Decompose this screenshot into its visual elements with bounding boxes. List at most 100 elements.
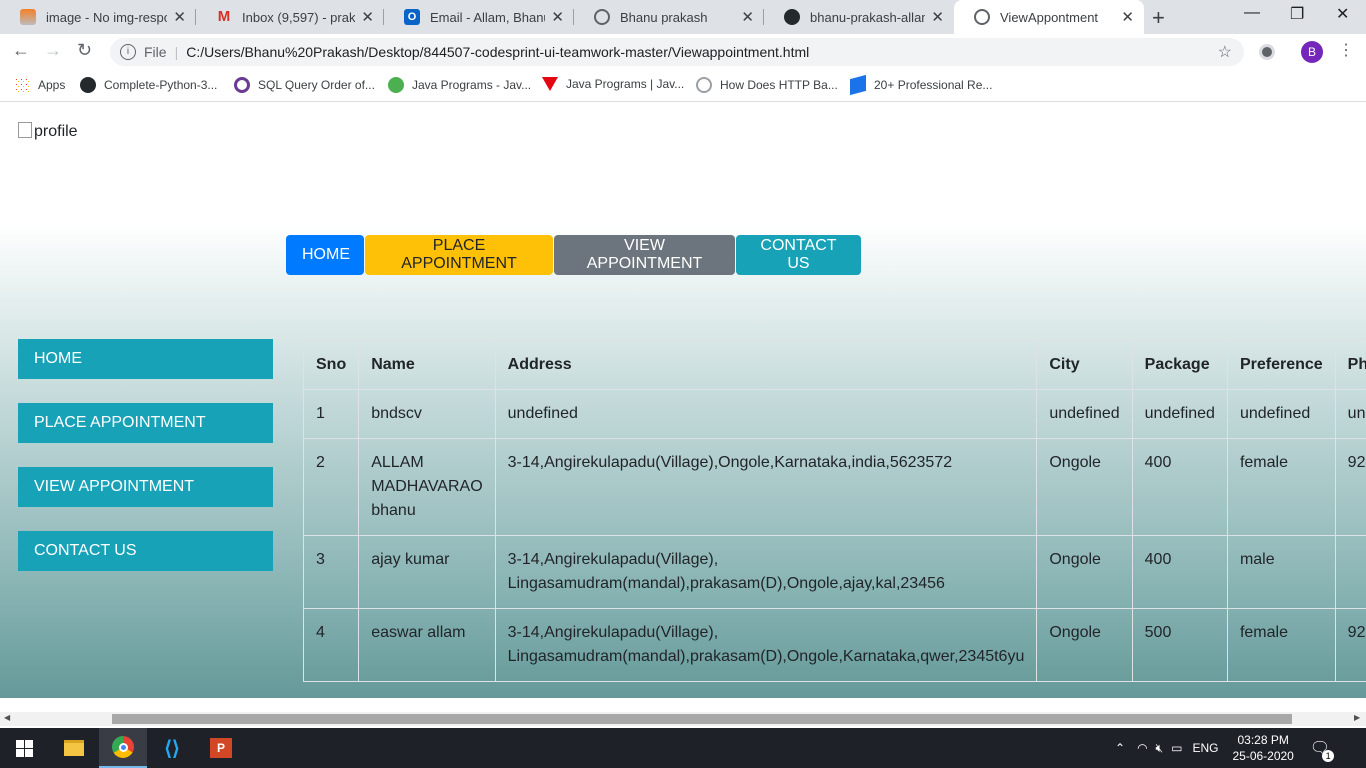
browser-tab-2[interactable]: M Inbox (9,597) - prakashl ✕	[196, 0, 384, 34]
bookmark-label: Apps	[38, 78, 66, 92]
url-text[interactable]: C:/Users/Bhanu%20Prakash/Desktop/844507-…	[186, 44, 809, 60]
cell-city: Ongole	[1036, 438, 1133, 536]
table-row: 2 ALLAM MADHAVARAO bhanu 3-14,Angirekula…	[302, 438, 1366, 536]
battery-icon[interactable]: ▭	[1171, 741, 1182, 755]
cell-address: undefined	[494, 389, 1038, 439]
column-header-package: Package	[1131, 339, 1228, 390]
bookmark-python[interactable]: Complete-Python-3...	[80, 77, 217, 93]
tab-label: ViewAppontment	[1000, 9, 1099, 25]
cell-name: easwar allam	[358, 608, 496, 682]
browser-tab-1[interactable]: image - No img-respon ✕	[0, 0, 196, 34]
close-window-icon[interactable]: ✕	[1336, 4, 1349, 24]
cell-phone: 9246	[1334, 438, 1366, 536]
sidebar-contact-us-link[interactable]: CONTACT US	[18, 531, 273, 571]
close-icon[interactable]: ✕	[361, 8, 374, 26]
scrollbar-thumb[interactable]	[112, 714, 1292, 724]
browser-tab-active[interactable]: ViewAppontment ✕	[954, 0, 1144, 34]
cell-address: 3-14,Angirekulapadu(Village),Ongole,Karn…	[494, 438, 1038, 536]
browser-tab-4[interactable]: Bhanu prakash ✕	[574, 0, 764, 34]
forward-icon[interactable]: →	[44, 40, 62, 61]
cell-name: bndscv	[358, 389, 496, 439]
http-site-icon	[696, 77, 712, 93]
vscode-icon[interactable]: ⟨⟩	[148, 728, 196, 768]
close-icon[interactable]: ✕	[551, 8, 564, 26]
bookmark-label: Java Programs - Jav...	[412, 78, 532, 92]
close-icon[interactable]: ✕	[173, 8, 186, 26]
close-icon[interactable]: ✕	[931, 8, 944, 26]
chrome-icon[interactable]	[99, 728, 147, 768]
nav-home-button[interactable]: HOME	[286, 235, 364, 275]
nav-place-appointment-button[interactable]: PLACE APPOINTMENT	[365, 235, 553, 275]
cell-preference: undefined	[1226, 389, 1336, 439]
top-navigation: HOME PLACE APPOINTMENT VIEW APPOINTMENT …	[286, 235, 862, 275]
clock[interactable]: 03:28 PM 25-06-2020	[1232, 732, 1293, 764]
column-header-sno: Sno	[302, 339, 360, 390]
bookmark-label: 20+ Professional Re...	[874, 78, 993, 92]
bookmark-sql[interactable]: SQL Query Order of...	[234, 77, 375, 93]
bookmark-java-2[interactable]: Java Programs | Jav...	[542, 77, 684, 91]
minimize-icon[interactable]: —	[1244, 4, 1260, 22]
reload-icon[interactable]: ↻	[77, 40, 92, 61]
sidebar-home-link[interactable]: HOME	[18, 339, 273, 379]
address-bar[interactable]: i File | C:/Users/Bhanu%20Prakash/Deskto…	[110, 38, 1244, 66]
cell-phone: 922	[1334, 608, 1366, 682]
file-explorer-icon[interactable]	[50, 728, 98, 768]
language-indicator[interactable]: ENG	[1192, 741, 1218, 755]
notification-count-badge: 1	[1322, 750, 1335, 762]
broken-image-icon	[18, 122, 32, 138]
sidebar-place-appointment-link[interactable]: PLACE APPOINTMENT	[18, 403, 273, 443]
windows-taskbar: ⟨⟩ P ⌃ ◠ 🔇︎ ▭ ENG 03:28 PM 25-06-2020 🗨︎…	[0, 728, 1366, 768]
notifications-icon[interactable]: 🗨︎ 1	[1310, 738, 1335, 762]
cell-package: undefined	[1131, 389, 1228, 439]
nav-contact-us-button[interactable]: CONTACT US	[736, 235, 861, 275]
browser-tab-3[interactable]: O Email - Allam, Bhanupra ✕	[384, 0, 574, 34]
wifi-icon[interactable]: ◠	[1137, 741, 1147, 755]
table-row: 1 bndscv undefined undefined undefined u…	[302, 389, 1366, 439]
powerpoint-icon[interactable]: P	[197, 728, 245, 768]
extension-icon[interactable]	[1259, 44, 1275, 60]
bookmark-label: SQL Query Order of...	[258, 78, 375, 92]
cell-preference: female	[1226, 438, 1336, 536]
column-header-city: City	[1036, 339, 1133, 390]
scroll-right-icon[interactable]: ▶	[1354, 713, 1360, 722]
bookmark-professional[interactable]: 20+ Professional Re...	[850, 74, 993, 96]
new-tab-button[interactable]: +	[1152, 5, 1165, 31]
browser-tab-5[interactable]: bhanu-prakash-allam/8 ✕	[764, 0, 954, 34]
restore-icon[interactable]: ❐	[1290, 4, 1304, 24]
browser-tab-strip: image - No img-respon ✕ M Inbox (9,597) …	[0, 0, 1366, 34]
bookmark-apps[interactable]: Apps	[14, 77, 65, 93]
scroll-left-icon[interactable]: ◀	[4, 713, 10, 722]
volume-muted-icon[interactable]: 🔇︎	[1156, 741, 1164, 756]
column-header-address: Address	[494, 339, 1038, 390]
cell-sno: 3	[302, 535, 360, 609]
github-icon	[784, 9, 800, 25]
bookmark-label: How Does HTTP Ba...	[720, 78, 838, 92]
javatpoint-icon	[542, 77, 558, 91]
nav-view-appointment-button[interactable]: VIEW APPOINTMENT	[554, 235, 735, 275]
globe-icon	[974, 9, 990, 25]
appointments-table: Sno Name Address City Package Preference…	[302, 339, 1366, 682]
windows-start-icon[interactable]	[0, 728, 48, 768]
chevron-up-icon[interactable]: ⌃	[1115, 741, 1125, 755]
cell-city: undefined	[1036, 389, 1133, 439]
cell-address: 3-14,Angirekulapadu(Village), Lingasamud…	[494, 608, 1038, 682]
table-header-row: Sno Name Address City Package Preference…	[302, 339, 1366, 390]
close-icon[interactable]: ✕	[1121, 8, 1134, 26]
browser-toolbar: ← → ↻ i File | C:/Users/Bhanu%20Prakash/…	[0, 34, 1366, 70]
profile-avatar[interactable]: B	[1301, 41, 1323, 63]
close-icon[interactable]: ✕	[741, 8, 754, 26]
info-icon[interactable]: i	[120, 44, 136, 60]
cell-name: ALLAM MADHAVARAO bhanu	[358, 438, 496, 536]
cell-preference: female	[1226, 608, 1336, 682]
cell-address: 3-14,Angirekulapadu(Village), Lingasamud…	[494, 535, 1038, 609]
horizontal-scrollbar[interactable]: ◀ ▶	[0, 712, 1366, 726]
bookmark-label: Java Programs | Jav...	[566, 77, 685, 91]
cell-city: Ongole	[1036, 608, 1133, 682]
menu-icon[interactable]: ⋮	[1338, 40, 1354, 60]
back-icon[interactable]: ←	[12, 40, 30, 61]
bookmark-star-icon[interactable]: ☆	[1218, 42, 1232, 62]
bookmark-java-1[interactable]: Java Programs - Jav...	[388, 77, 531, 93]
sidebar-view-appointment-link[interactable]: VIEW APPOINTMENT	[18, 467, 273, 507]
stackoverflow-icon	[20, 9, 36, 25]
bookmark-http[interactable]: How Does HTTP Ba...	[696, 77, 838, 93]
